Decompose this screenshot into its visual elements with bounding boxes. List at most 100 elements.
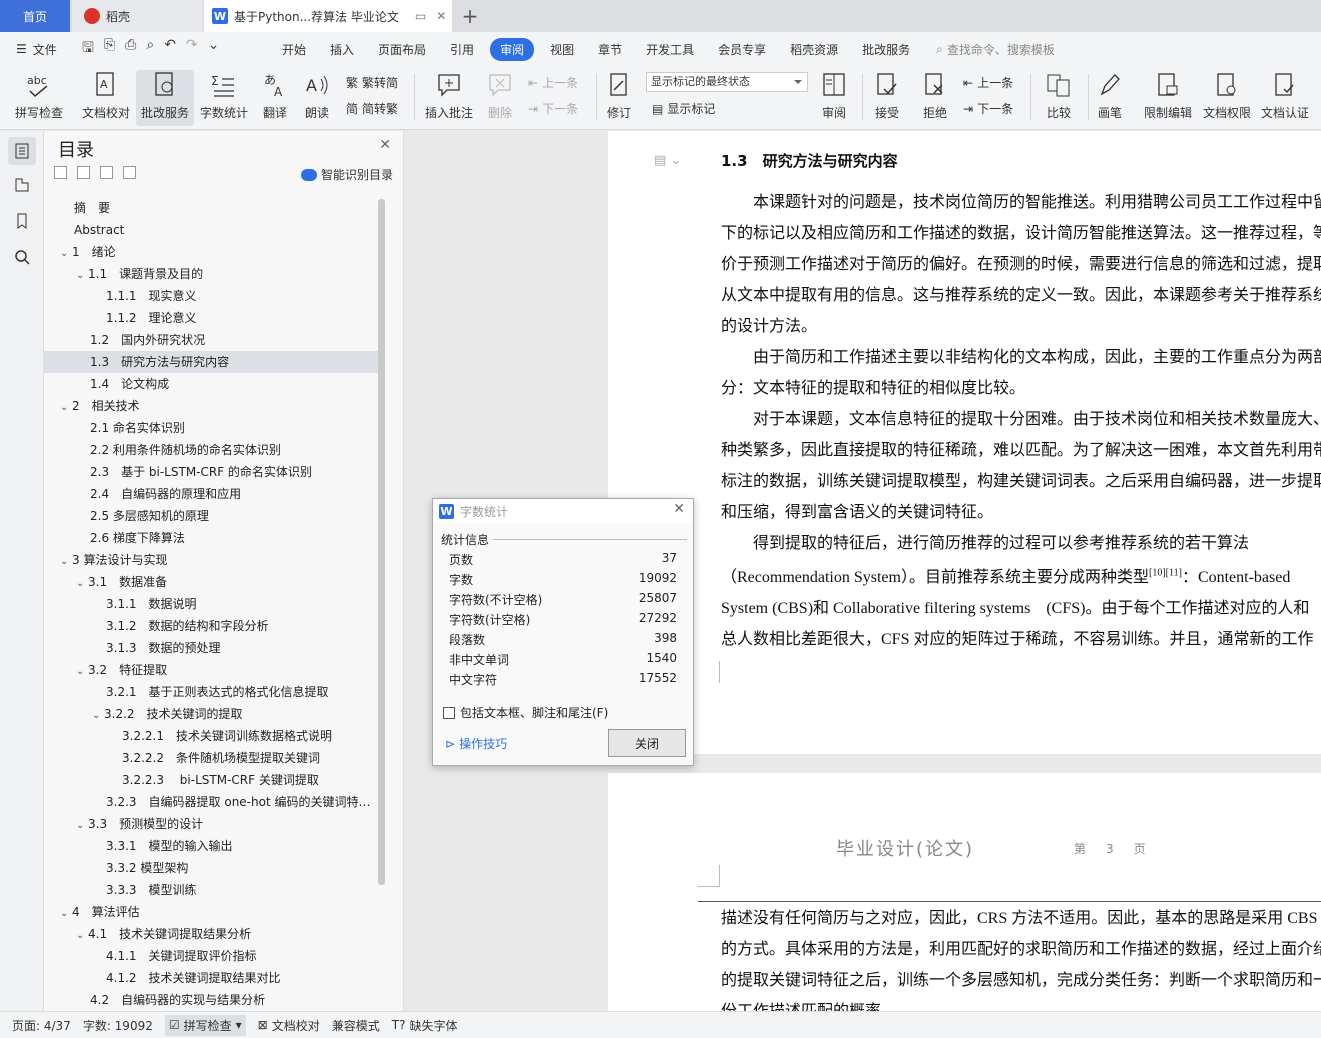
ribbon-tab[interactable]: 批改服务 [850,41,922,58]
ribbon-tab[interactable]: 插入 [318,41,366,58]
ribbon-tab[interactable]: 页面布局 [366,41,438,58]
file-menu[interactable]: ☰ 文件 [0,41,74,58]
toc-item[interactable]: 3.1.2 数据的结构和字段分析 [44,615,380,637]
simp-to-trad-button[interactable]: 简简转繁 [346,100,398,117]
collapse-all-icon[interactable] [54,166,67,179]
doc-permission-button[interactable]: 文档权限 [1198,70,1256,121]
show-markup-button[interactable]: ▤ 显示标记 [652,100,715,117]
save-icon[interactable]: 🖫 [82,37,94,61]
export-icon[interactable]: ⎘ [104,37,115,61]
ribbon-tab[interactable]: 开始 [270,41,318,58]
chapter-nav-icon[interactable] [8,171,36,199]
toc-item[interactable]: ⌄ 4 算法评估 [44,901,380,923]
document-page[interactable]: ▤ ⌄ 1.3 研究方法与研究内容 本课题针对的问题是，技术岗位简历的智能推送。… [608,131,1321,754]
spell-check-button[interactable]: abc 拼写检查 [10,70,68,121]
missing-font-status[interactable]: T? 缺失字体 [392,1017,458,1034]
dialog-title-bar[interactable]: W 字数统计 [433,499,693,523]
markup-mode-select[interactable]: 显示标记的最终状态 [646,72,808,92]
insert-comment-button[interactable]: 插入批注 [420,70,478,121]
chevron-down-icon[interactable]: ⌄ [60,397,72,417]
bookmark-icon[interactable] [8,207,36,235]
toc-item[interactable]: 1.1.1 现实意义 [44,285,380,307]
checkbox-box[interactable] [443,706,455,719]
dialog-close-icon[interactable]: ✕ [673,501,685,517]
toc-item[interactable]: 2.3 基于 bi-LSTM-CRF 的命名实体识别 [44,461,380,483]
page-options-icon[interactable]: ▤ ⌄ [654,153,681,168]
chevron-down-icon[interactable]: ⌄ [76,573,88,593]
chevron-down-icon[interactable]: ⌄ [60,551,72,571]
next-comment-button[interactable]: ⇥ 下一条 [528,100,578,117]
tab-docer[interactable]: 稻壳 [72,0,202,32]
track-changes-button[interactable]: 修订 [590,70,648,121]
toc-close-icon[interactable]: ✕ [379,137,391,153]
include-textbox-checkbox[interactable]: 包括文本框、脚注和尾注(F) [443,704,608,721]
spell-check-status[interactable]: ☑ 拼写检查 ▾ [164,1014,246,1036]
trad-to-simp-button[interactable]: 繁繁转简 [346,74,398,91]
toc-item[interactable]: Abstract [44,219,380,241]
chevron-down-icon[interactable]: ⌄ [76,661,88,681]
word-count-indicator[interactable]: 字数: 19092 [83,1017,153,1034]
print-icon[interactable]: ⎙ [125,37,136,61]
doc-proof-button[interactable]: A 文档校对 [77,70,135,121]
toc-item[interactable]: ⌄ 3.1 数据准备 [44,571,380,593]
tab-home[interactable]: 首页 [0,0,70,32]
read-aloud-button[interactable]: A 朗读 [288,70,346,121]
prev-comment-button[interactable]: ⇤ 上一条 [528,74,578,91]
review-pane-button[interactable]: 审阅 [805,70,863,121]
correction-service-button[interactable]: 批改服务 [136,70,194,126]
toc-scrollbar[interactable] [378,199,385,885]
doc-proof-status[interactable]: ⊠ 文档校对 [258,1017,320,1034]
toc-item[interactable]: ⌄ 3.2.2 技术关键词的提取 [44,703,380,725]
toc-item[interactable]: 1.3 研究方法与研究内容 [44,351,380,373]
toc-item[interactable]: ⌄ 1 绪论 [44,241,380,263]
toc-item[interactable]: 4.1.1 关键词提取评价指标 [44,945,380,967]
add-heading-icon[interactable] [100,166,113,179]
tab-document[interactable]: W 基于Python...荐算法 毕业论文 ▭ ✕ [204,0,452,32]
toc-item[interactable]: 3.2.3 自编码器提取 one-hot 编码的关键词特… [44,791,380,813]
toc-item[interactable]: 2.6 梯度下降算法 [44,527,380,549]
page-indicator[interactable]: 页面: 4/37 [12,1017,71,1034]
preview-icon[interactable]: ⌕ [146,37,154,61]
toc-item[interactable]: ⌄ 1.1 课题背景及目的 [44,263,380,285]
doc-auth-button[interactable]: 文档认证 [1256,70,1314,121]
redo-icon[interactable]: ↷ [186,37,198,61]
toc-item[interactable]: 3.2.2.3 bi-LSTM-CRF 关键词提取 [44,769,380,791]
dropdown-chevron-icon[interactable]: ⌄ [208,37,220,61]
toc-item[interactable]: 3.3.1 模型的输入输出 [44,835,380,857]
toc-item[interactable]: ⌄ 4.1 技术关键词提取结果分析 [44,923,380,945]
remove-heading-icon[interactable] [123,166,136,179]
ribbon-tab[interactable]: 稻壳资源 [778,41,850,58]
word-count-button[interactable]: Σ 字数统计 [195,70,253,121]
ribbon-tab[interactable]: 审阅 [490,37,535,61]
toc-item[interactable]: 2.5 多层感知机的原理 [44,505,380,527]
toc-item[interactable]: ⌄ 3.3 预测模型的设计 [44,813,380,835]
toc-item[interactable]: 3.2.2.2 条件随机场模型提取关键词 [44,747,380,769]
toc-panel-icon[interactable] [8,137,36,165]
ribbon-tab[interactable]: 开发工具 [634,41,706,58]
toc-item[interactable]: 1.2 国内外研究状况 [44,329,380,351]
reject-button[interactable]: 拒绝 [906,70,964,121]
toc-item[interactable]: 3.1.3 数据的预处理 [44,637,380,659]
compare-button[interactable]: 比较 [1030,70,1088,121]
toc-item[interactable]: 4.2 自编码器的实现与结果分析 [44,989,380,1011]
close-button[interactable]: 关闭 [608,729,686,757]
command-search[interactable]: ⌕ 查找命令、搜索模板 [936,41,1055,58]
smart-toc-button[interactable]: 智能识别目录 [300,166,393,183]
ribbon-tab[interactable]: 视图 [538,41,586,58]
ribbon-tab[interactable]: 会员专享 [706,41,778,58]
toc-item[interactable]: 1.1.2 理论意义 [44,307,380,329]
prev-change-button[interactable]: ⇤ 上一条 [963,74,1013,91]
ribbon-tab[interactable]: 引用 [438,41,486,58]
monitor-icon[interactable]: ▭ [415,9,426,23]
next-change-button[interactable]: ⇥ 下一条 [963,100,1013,117]
toc-item[interactable]: 1.4 论文构成 [44,373,380,395]
toc-item[interactable]: 3.2.1 基于正则表达式的格式化信息提取 [44,681,380,703]
document-page[interactable]: 毕业设计(论文) 第 3 页 描述没有任何简历与之对应，因此，CRS 方法不适用… [608,773,1321,1011]
toc-item[interactable]: ⌄ 3.2 特征提取 [44,659,380,681]
toc-item[interactable]: 2.4 自编码器的原理和应用 [44,483,380,505]
tips-link[interactable]: ⊳ 操作技巧 [445,735,507,752]
toc-item[interactable]: ⌄ 3 算法设计与实现 [44,549,380,571]
find-icon[interactable] [8,243,36,271]
close-tab-icon[interactable]: ✕ [436,9,446,23]
new-tab-plus-icon[interactable]: + [458,4,482,28]
